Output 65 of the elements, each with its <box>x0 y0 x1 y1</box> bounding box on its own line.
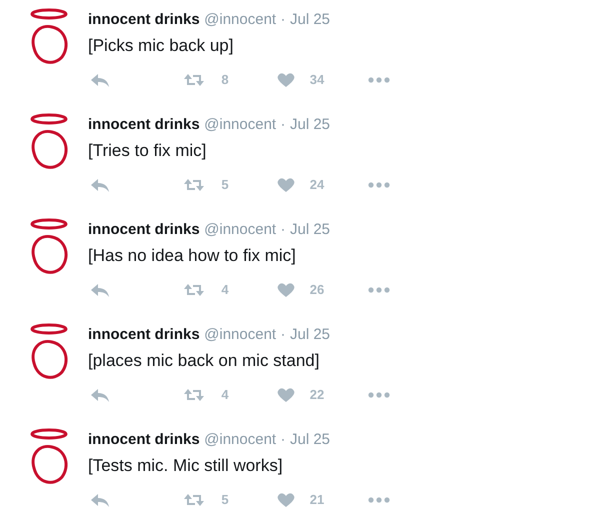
tweet-date[interactable]: Jul 25 <box>290 11 330 28</box>
more-button[interactable] <box>368 392 390 398</box>
more-button[interactable] <box>368 77 390 84</box>
more-button[interactable] <box>368 497 390 504</box>
author-handle[interactable]: @innocent <box>204 116 276 133</box>
separator-dot: · <box>280 221 286 238</box>
like-button[interactable]: 21 <box>276 490 332 510</box>
more-button[interactable] <box>368 287 390 294</box>
reply-button[interactable] <box>90 282 110 298</box>
separator-dot: · <box>280 431 286 448</box>
heart-icon <box>276 177 296 194</box>
heart-icon <box>276 282 296 298</box>
more-button[interactable] <box>368 182 390 188</box>
more-icon <box>368 182 390 188</box>
retweet-button[interactable]: 5 <box>184 490 240 510</box>
separator-dot: · <box>280 11 286 28</box>
separator-dot: · <box>280 326 286 343</box>
tweet-text: [Tries to fix mic] <box>88 141 208 162</box>
reply-icon <box>90 72 110 88</box>
retweet-button[interactable]: 8 <box>184 70 240 90</box>
more-icon <box>368 77 390 84</box>
author-handle[interactable]: @innocent <box>204 326 276 343</box>
like-button[interactable]: 24 <box>276 175 332 195</box>
reply-button[interactable] <box>90 72 110 88</box>
retweet-button[interactable]: 5 <box>184 175 240 195</box>
retweet-button[interactable]: 4 <box>184 385 240 405</box>
tweet-date[interactable]: Jul 25 <box>290 431 330 448</box>
reply-button[interactable] <box>90 492 110 508</box>
like-button[interactable]: 22 <box>276 385 332 405</box>
author-name[interactable]: innocent drinks <box>88 431 200 448</box>
reply-button[interactable] <box>90 387 110 404</box>
reply-button[interactable] <box>90 177 110 194</box>
more-icon <box>368 392 390 398</box>
more-icon <box>368 287 390 294</box>
author-name[interactable]: innocent drinks <box>88 11 200 28</box>
heart-icon <box>276 387 296 404</box>
retweet-icon <box>184 72 204 88</box>
author-name[interactable]: innocent drinks <box>88 221 200 238</box>
like-button[interactable]: 26 <box>276 280 332 300</box>
author-name[interactable]: innocent drinks <box>88 326 200 343</box>
tweet-text: [Tests mic. Mic still works] <box>88 456 284 476</box>
reply-icon <box>90 177 110 194</box>
separator-dot: · <box>280 116 286 133</box>
retweet-button[interactable]: 4 <box>184 280 240 300</box>
author-name[interactable]: innocent drinks <box>88 116 200 133</box>
author-handle[interactable]: @innocent <box>204 431 276 448</box>
heart-icon <box>276 492 296 508</box>
reply-icon <box>90 387 110 404</box>
retweet-icon <box>184 177 204 194</box>
tweet-text: [Has no idea how to fix mic] <box>88 246 297 266</box>
tweet-date[interactable]: Jul 25 <box>290 116 330 133</box>
retweet-icon <box>184 387 204 404</box>
heart-icon <box>276 72 296 88</box>
retweet-icon <box>184 282 204 298</box>
tweet-text: [places mic back on mic stand] <box>88 351 320 372</box>
author-handle[interactable]: @innocent <box>204 11 276 28</box>
reply-icon <box>90 282 110 298</box>
reply-icon <box>90 492 110 508</box>
tweet-date[interactable]: Jul 25 <box>290 326 330 343</box>
more-icon <box>368 497 390 504</box>
tweet-text: [Picks mic back up] <box>88 36 234 56</box>
author-handle[interactable]: @innocent <box>204 221 276 238</box>
like-button[interactable]: 34 <box>276 70 332 90</box>
tweet-date[interactable]: Jul 25 <box>290 221 330 238</box>
retweet-icon <box>184 492 204 508</box>
